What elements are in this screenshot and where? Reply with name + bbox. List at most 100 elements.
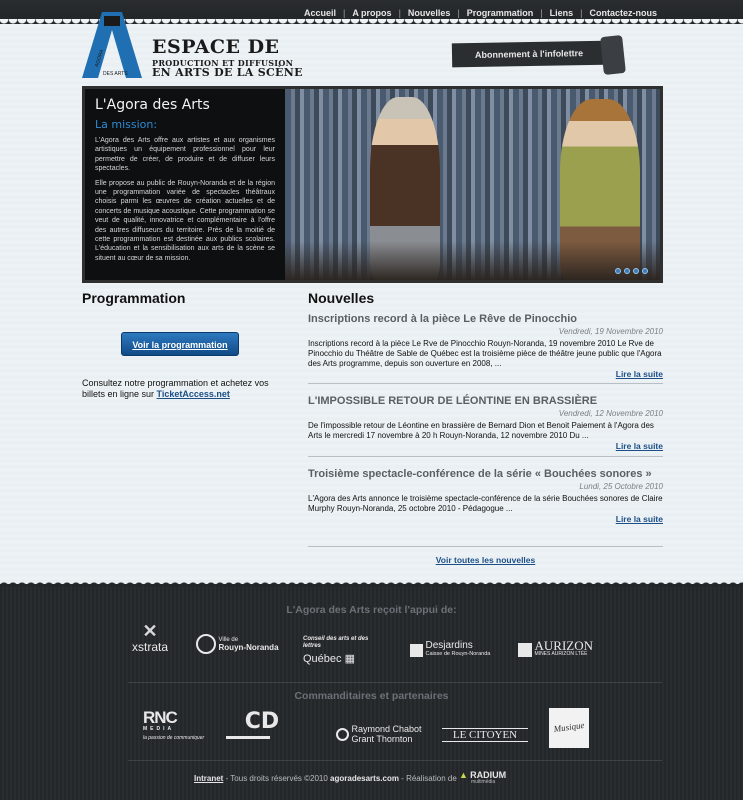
xstrata-x-icon: ✕ [142,621,158,641]
nav-separator: | [457,8,460,18]
aurizon-logo[interactable]: AURIZON MINES AURIZON LTÉE [518,638,608,658]
hero-title: L'Agora des Arts [95,97,210,113]
hero-slideshow: L'Agora des Arts La mission: L'Agora des… [82,86,663,283]
desjardins-caisse-label: Caisse de Rouyn-Noranda [425,651,491,657]
citoyen-bottom-rule [442,741,528,742]
rnc-label: RNC [143,708,178,727]
cd-underline [226,736,270,739]
ticketaccess-link[interactable]: TicketAccess.net [157,389,230,399]
read-more-link[interactable]: Lire la suite [616,514,663,524]
news-date: Lundi, 25 Octobre 2010 [579,482,663,491]
nav-contactez-nous[interactable]: Contactez-nous [590,8,658,18]
news-item: Troisième spectacle-conférence de la sér… [308,467,663,547]
slide-dot[interactable] [615,268,621,274]
nav-separator: | [343,8,346,18]
read-more-link[interactable]: Lire la suite [616,369,663,379]
nav-accueil[interactable]: Accueil [304,8,336,18]
xstrata-logo[interactable]: ✕ xstrata [124,622,176,654]
programmation-section: Programmation Voir la programmation Cons… [82,290,282,400]
cd-logo[interactable]: CD [226,710,298,739]
scroll-roll-icon [600,34,626,76]
view-programmation-button[interactable]: Voir la programmation [121,332,239,356]
nav-programmation[interactable]: Programmation [467,8,534,18]
programmation-note: Consultez notre programmation et achetez… [82,378,282,400]
le-citoyen-logo[interactable]: LE CITOYEN [442,728,528,742]
calq-label: Conseil des arts et des lettres [303,636,369,649]
radium-logo[interactable]: ▲ RADIUM multimédia [458,770,506,786]
nav-nouvelles[interactable]: Nouvelles [408,8,451,18]
partners-title: Commanditaires et partenaires [294,690,449,702]
copyright-text: - Tous droits réservés ©2010 [223,774,331,784]
site-logo[interactable]: AGORA DES ARTS ESPACE DE PRODUCTION ET D… [82,12,302,79]
news-excerpt: L'Agora des Arts annonce le troisième sp… [308,494,663,513]
nav-separator: | [540,8,543,18]
news-excerpt: Inscriptions record à la pièce Le Rve de… [308,339,662,368]
desjardins-label: Desjardins [425,640,473,651]
fleur-de-lys-flag-icon: ▦ [344,653,355,665]
top-navigation: Accueil | A propos | Nouvelles | Program… [304,8,657,18]
programmation-heading: Programmation [82,290,186,306]
footer: L'Agora des Arts reçoit l'appui de: ✕ xs… [0,579,743,800]
mission-panel: L'Agora des Arts La mission: L'Agora des… [85,89,285,280]
news-item: L'IMPOSSIBLE RETOUR DE LÉONTINE EN BRASS… [308,394,663,457]
musique-logo[interactable]: Musique [549,708,589,748]
calq-logo[interactable]: Conseil des arts et des lettres Québec ▦ [303,636,373,665]
quebec-label: Québec ▦ [303,653,355,665]
mission-paragraph-2: Elle propose au public de Rouyn-Noranda … [95,179,275,262]
mission-paragraph-1: L'Agora des Arts offre aux artistes et a… [95,137,275,173]
actor-left-figure [370,97,440,280]
slide-pager [615,268,648,274]
news-title[interactable]: L'IMPOSSIBLE RETOUR DE LÉONTINE EN BRASS… [308,394,663,408]
newsletter-label: Abonnement à l'infolettre [451,40,613,68]
news-heading: Nouvelles [308,290,375,306]
nav-separator: | [398,8,401,18]
actor-right-figure [560,99,640,280]
slide-dot[interactable] [642,268,648,274]
hero-photo [285,89,660,280]
news-date: Vendredi, 19 Novembre 2010 [558,327,663,336]
musique-label: Musique [552,719,586,735]
copyright-line: Intranet - Tous droits réservés ©2010 ag… [194,770,506,786]
aurizon-sub-label: MINES AURIZON LTÉE [534,651,588,657]
aurizon-label: AURIZON [534,638,594,653]
news-date: Vendredi, 12 Novembre 2010 [558,409,663,418]
footer-divider [128,682,662,683]
rnc-media-logo[interactable]: RNC MEDIA la passion de communiquer [143,708,207,741]
news-section: Nouvelles Inscriptions record à la pièce… [308,290,663,565]
raymond-chabot-label: Raymond Chabot [351,724,422,734]
rouyn-noranda-logo[interactable]: Ville de Rouyn-Noranda [196,634,280,654]
all-news-link[interactable]: Voir toutes les nouvelles [436,555,536,565]
logo-line-3: EN ARTS DE LA SCÈNE [152,66,303,79]
xstrata-wordmark: xstrata [131,640,168,654]
raymond-chabot-logo[interactable]: Raymond Chabot Grant Thornton [336,724,426,744]
news-excerpt: De l'impossible retour de Léontine en br… [308,421,654,440]
hero-subtitle: La mission: [95,118,158,131]
newsletter-subscribe[interactable]: Abonnement à l'infolettre [451,34,626,76]
aurizon-square-icon [518,643,532,657]
news-title[interactable]: Inscriptions record à la pièce Le Rêve d… [308,312,663,326]
logo-mark-des-arts: DES ARTS [103,71,128,77]
news-item: Inscriptions record à la pièce Le Rêve d… [308,312,663,384]
intranet-link[interactable]: Intranet [194,774,223,783]
rouyn-noranda-label: Rouyn-Noranda [218,643,279,652]
read-more-link[interactable]: Lire la suite [616,441,663,451]
news-title[interactable]: Troisième spectacle-conférence de la sér… [308,467,663,481]
slide-dot[interactable] [633,268,639,274]
logo-line-1: ESPACE DE [152,36,280,58]
desjardins-hex-icon [410,643,423,657]
slide-dot[interactable] [624,268,630,274]
cd-label: CD [244,709,280,734]
nav-a-propos[interactable]: A propos [352,8,391,18]
logo-a-icon [82,12,142,78]
radium-sub-label: multimédia [470,779,496,785]
rnc-tagline: la passion de communiquer [143,735,205,741]
rouyn-noranda-emblem-icon [196,634,216,654]
desjardins-logo[interactable]: Desjardins Caisse de Rouyn-Noranda [410,640,510,658]
support-title: L'Agora des Arts reçoit l'appui de: [286,604,457,616]
footer-divider [128,760,662,761]
radium-mark-icon: ▲ [458,770,468,780]
nav-liens[interactable]: Liens [550,8,574,18]
le-citoyen-label: LE CITOYEN [452,729,518,741]
rcgt-circle-icon [336,727,349,741]
grant-thornton-label: Grant Thornton [351,734,413,744]
